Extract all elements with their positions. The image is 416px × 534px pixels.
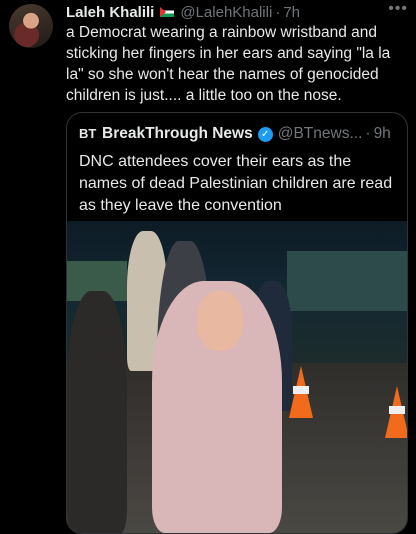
tweet-time[interactable]: 7h [283, 4, 300, 21]
quote-author-name[interactable]: BreakThrough News [102, 125, 253, 143]
quoted-tweet[interactable]: BT BreakThrough News ✓ @BTnews... · 9h D… [66, 112, 408, 534]
quote-video-thumbnail[interactable] [67, 221, 407, 533]
author-handle[interactable]: @LalehKhalili [180, 4, 272, 21]
quote-separator-dot: · [365, 125, 371, 142]
author-name[interactable]: Laleh Khalili [66, 4, 154, 21]
quote-header: BT BreakThrough News ✓ @BTnews... · 9h [79, 125, 399, 143]
author-avatar[interactable] [9, 4, 53, 48]
tweet-header: Laleh Khalili @LalehKhalili · 7h [66, 2, 408, 22]
quote-author-handle[interactable]: @BTnews... [278, 125, 363, 143]
tweet-text: a Democrat wearing a rainbow wristband a… [66, 24, 391, 104]
woman-face [197, 291, 243, 351]
quote-time[interactable]: 9h [374, 125, 391, 143]
verified-badge-icon: ✓ [257, 126, 273, 142]
background-person [67, 291, 127, 533]
breakthrough-logo-icon: BT [79, 126, 97, 141]
more-horizontal-icon[interactable]: ••• [388, 0, 408, 18]
traffic-cone-icon [385, 386, 407, 438]
palestine-flag-icon [160, 7, 175, 17]
background-building [287, 251, 407, 311]
separator-dot: · [275, 3, 281, 21]
quote-text: DNC attendees cover their ears as the na… [79, 153, 393, 214]
traffic-cone-icon [289, 366, 313, 418]
